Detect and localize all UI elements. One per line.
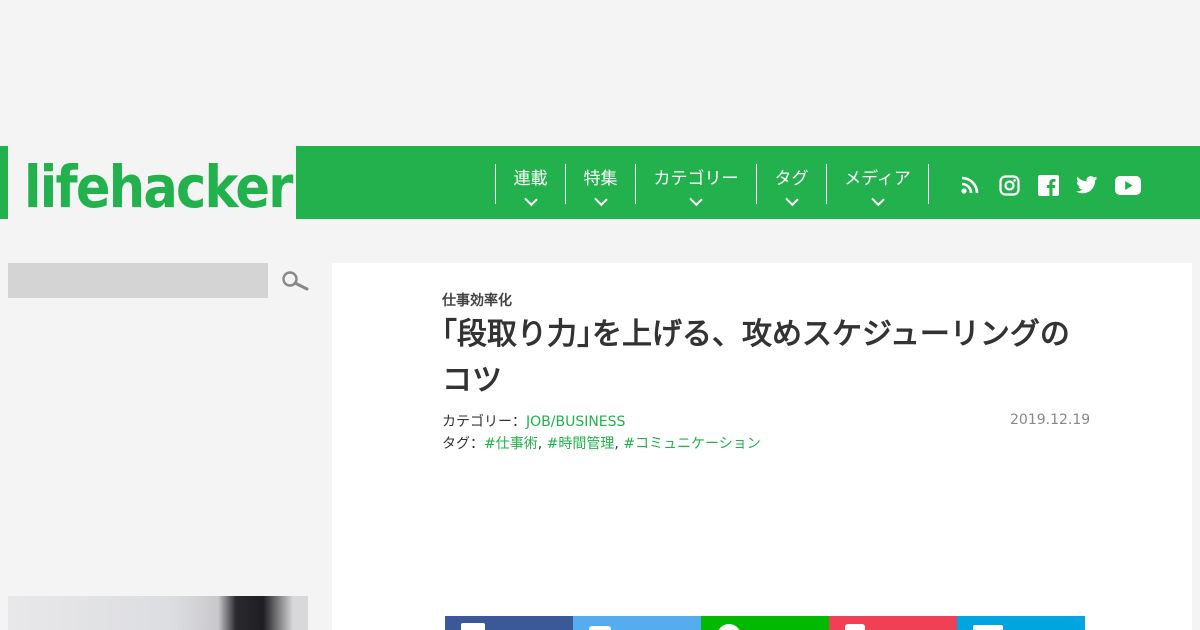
tags-label: タグ： <box>442 436 484 452</box>
nav-item-tokushu[interactable]: 特集 <box>565 164 635 207</box>
tag-separator: , <box>614 436 624 452</box>
facebook-icon[interactable] <box>1036 174 1060 196</box>
nav-item-label: メディア <box>844 169 911 189</box>
nav-item-label: 特集 <box>583 169 618 189</box>
logo-accent <box>0 146 8 219</box>
tag-link[interactable]: #仕事術 <box>484 436 538 452</box>
hatena-icon <box>973 625 1003 630</box>
article-title: ｢段取り力｣を上げる、攻めスケジューリングのコツ <box>442 317 1070 398</box>
search-icon[interactable] <box>281 270 309 294</box>
nav-item-media[interactable]: メディア <box>826 164 928 207</box>
nav-item-category[interactable]: カテゴリー <box>635 164 756 207</box>
article-category-line: カテゴリー：JOB/BUSINESS <box>442 411 625 431</box>
nav-item-label: カテゴリー <box>653 169 739 189</box>
facebook-share-button[interactable] <box>445 616 573 630</box>
category-link[interactable]: JOB/BUSINESS <box>526 414 625 430</box>
tag-link[interactable]: #コミュニケーション <box>623 436 760 452</box>
nav-item-tag[interactable]: タグ <box>756 164 826 207</box>
hatena-share-button[interactable] <box>957 616 1085 630</box>
pocket-icon <box>845 624 865 630</box>
nav-item-label: タグ <box>774 169 809 189</box>
article-tags-line: タグ：#仕事術, #時間管理, #コミュニケーション <box>442 433 761 453</box>
tag-link[interactable]: #時間管理 <box>547 436 615 452</box>
line-icon <box>717 624 741 630</box>
logo[interactable]: lifehacker <box>0 146 296 221</box>
tag-separator: , <box>537 436 547 452</box>
search-input[interactable] <box>8 263 268 298</box>
youtube-icon[interactable] <box>1114 174 1142 196</box>
article-category-crumb[interactable]: 仕事効率化 <box>442 290 512 310</box>
twitter-share-button[interactable] <box>573 616 701 630</box>
line-share-button[interactable] <box>701 616 829 630</box>
nav-item-rensai[interactable]: 連載 <box>495 164 565 207</box>
facebook-icon <box>461 623 485 630</box>
instagram-icon[interactable] <box>997 174 1021 196</box>
twitter-icon <box>589 626 611 630</box>
pocket-share-button[interactable] <box>829 616 957 630</box>
sidebar-image[interactable] <box>8 596 308 630</box>
nav-item-label: 連載 <box>513 169 548 189</box>
twitter-icon[interactable] <box>1075 174 1099 196</box>
logo-text: lifehacker <box>24 153 293 221</box>
nav-divider <box>928 164 929 204</box>
category-label: カテゴリー： <box>442 414 526 430</box>
main-nav: 連載 特集 カテゴリー タグ メディア <box>495 164 929 207</box>
article-date: 2019.12.19 <box>1010 412 1091 428</box>
rss-icon[interactable] <box>958 174 982 196</box>
